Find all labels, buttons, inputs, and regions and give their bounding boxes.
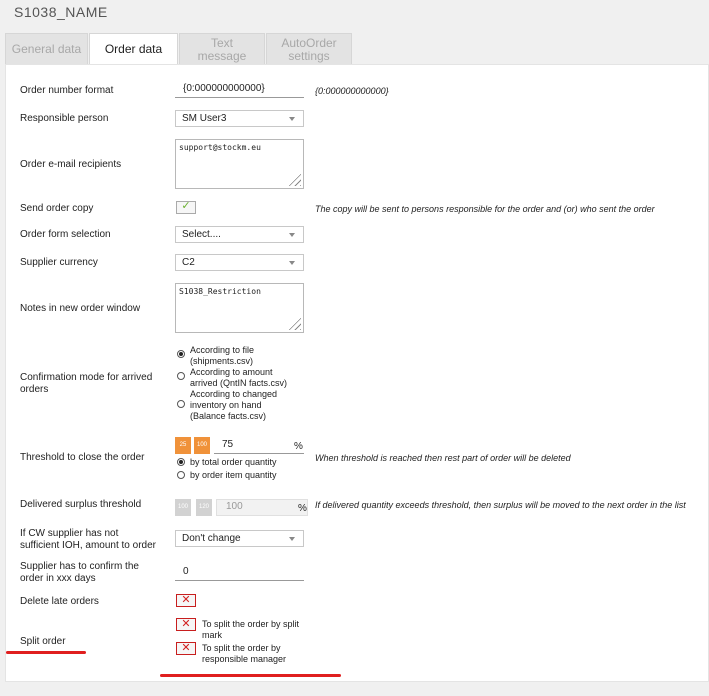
label-line: To split the order by <box>202 643 281 653</box>
label-line: order in xxx days <box>20 573 96 584</box>
radio-selected-icon[interactable] <box>177 350 185 358</box>
notes-new-order-label: Notes in new order window <box>20 303 141 314</box>
checkmark-icon: ✓ <box>181 200 191 212</box>
page-title: S1038_NAME <box>14 4 108 20</box>
preset-25-button[interactable]: 25 <box>175 437 191 454</box>
split-by-manager-label: To split the order by responsible manager <box>202 643 286 665</box>
label-line: Supplier has to confirm the <box>20 561 139 572</box>
radio-label: by total order quantity <box>190 457 277 467</box>
radio-label-line: According to file <box>190 345 255 355</box>
label-line: mark <box>202 630 222 640</box>
radio-label-line: (shipments.csv) <box>190 356 254 366</box>
threshold-close-note: When threshold is reached then rest part… <box>315 453 571 463</box>
x-icon: ✕ <box>181 618 191 630</box>
delete-late-checkbox[interactable]: ✕ <box>176 594 196 607</box>
split-by-mark-label: To split the order by split mark <box>202 619 299 641</box>
x-icon: ✕ <box>181 642 191 654</box>
label-line: sufficient IOH, amount to order <box>20 540 156 551</box>
cw-supplier-label: If CW supplier has not sufficient IOH, am… <box>20 528 156 552</box>
order-form-selection-label: Order form selection <box>20 229 111 240</box>
tab-label: General data <box>11 42 82 56</box>
textarea-value: support@stockm.eu <box>179 143 261 152</box>
annotation-underline <box>160 674 341 677</box>
order-form-selection-select[interactable]: Select.... <box>175 226 304 243</box>
percent-unit: % <box>294 441 303 452</box>
radio-label: According to file (shipments.csv) <box>190 345 254 367</box>
supplier-currency-label: Supplier currency <box>20 257 98 268</box>
preset-120-button[interactable]: 120 <box>196 499 212 516</box>
confirm-days-label: Supplier has to confirm the order in xxx … <box>20 561 139 585</box>
confirm-days-input[interactable]: 0 <box>175 565 304 581</box>
threshold-close-label: Threshold to close the order <box>20 452 145 463</box>
select-value: SM User3 <box>182 113 227 124</box>
split-order-label: Split order <box>20 636 66 647</box>
tab-label: settings <box>288 49 330 63</box>
order-number-format-input[interactable]: {0:000000000000} <box>175 82 304 98</box>
radio-label-line: inventory on hand <box>190 400 262 410</box>
radio-icon[interactable] <box>177 400 185 408</box>
radio-label-line: arrived (QntIN facts.csv) <box>190 378 288 388</box>
order-email-label: Order e-mail recipients <box>20 159 122 170</box>
annotation-underline <box>6 651 86 654</box>
supplier-currency-select[interactable]: C2 <box>175 254 304 271</box>
resize-handle-icon[interactable] <box>287 172 301 186</box>
radio-icon[interactable] <box>177 471 185 479</box>
send-order-copy-checkbox[interactable]: ✓ <box>176 200 196 214</box>
chevron-down-icon <box>289 261 295 265</box>
notes-new-order-textarea[interactable]: S1038_Restriction <box>175 283 304 333</box>
label-line: If CW supplier has not <box>20 528 119 539</box>
radio-label-line: According to amount <box>190 367 273 377</box>
send-order-copy-label: Send order copy <box>20 203 94 214</box>
split-by-mark-checkbox[interactable]: ✕ <box>176 618 196 631</box>
order-email-textarea[interactable]: support@stockm.eu <box>175 139 304 189</box>
resize-handle-icon[interactable] <box>287 316 301 330</box>
radio-label-line: According to changed <box>190 389 278 399</box>
tab-general-data[interactable]: General data <box>5 33 88 65</box>
radio-label: According to changed inventory on hand (Ba… <box>190 389 277 422</box>
select-value: Select.... <box>182 229 221 240</box>
chevron-down-icon <box>289 233 295 237</box>
responsible-person-select[interactable]: SM User3 <box>175 110 304 127</box>
delivered-surplus-input[interactable]: 100 <box>216 499 308 516</box>
label-line: orders <box>20 384 49 395</box>
chevron-down-icon <box>289 117 295 121</box>
percent-unit: % <box>298 503 307 514</box>
select-value: Don't change <box>182 533 241 544</box>
textarea-value: S1038_Restriction <box>179 287 261 296</box>
tab-label: message <box>197 49 247 63</box>
delete-late-label: Delete late orders <box>20 596 99 607</box>
radio-label-line: (Balance facts.csv) <box>190 411 267 421</box>
radio-label: by order item quantity <box>190 470 277 480</box>
order-number-format-label: Order number format <box>20 85 114 96</box>
confirmation-mode-label: Confirmation mode for arrived orders <box>20 372 152 396</box>
label-line: To split the order by split <box>202 619 300 629</box>
tab-label: Order data <box>104 42 163 56</box>
split-by-manager-checkbox[interactable]: ✕ <box>176 642 196 655</box>
radio-label: According to amount arrived (QntIN facts.… <box>190 367 287 389</box>
threshold-close-input[interactable]: 75 <box>214 438 304 454</box>
delivered-surplus-note: If delivered quantity exceeds threshold,… <box>315 500 686 510</box>
responsible-person-label: Responsible person <box>20 113 109 124</box>
preset-100-button[interactable]: 100 <box>175 499 191 516</box>
radio-selected-icon[interactable] <box>177 458 185 466</box>
tab-autoorder-settings[interactable]: AutoOrder settings <box>266 33 352 65</box>
label-line: Confirmation mode for arrived <box>20 372 153 383</box>
select-value: C2 <box>182 257 195 268</box>
x-icon: ✕ <box>181 594 191 606</box>
preset-100-button[interactable]: 100 <box>194 437 210 454</box>
label-line: responsible manager <box>202 654 287 664</box>
radio-icon[interactable] <box>177 372 185 380</box>
delivered-surplus-label: Delivered surplus threshold <box>20 499 142 510</box>
chevron-down-icon <box>289 537 295 541</box>
cw-supplier-select[interactable]: Don't change <box>175 530 304 547</box>
tab-order-data[interactable]: Order data <box>89 33 178 65</box>
order-number-format-hint: {0:000000000000} <box>315 86 389 96</box>
send-order-copy-note: The copy will be sent to persons respons… <box>315 204 655 214</box>
tab-text-message[interactable]: Text message <box>179 33 265 65</box>
